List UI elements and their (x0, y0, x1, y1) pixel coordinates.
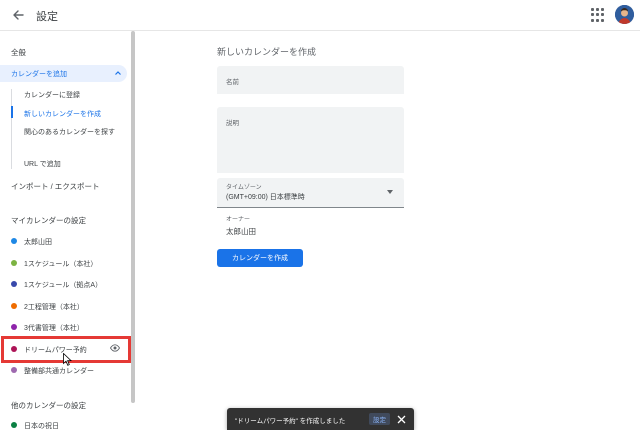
arrow-left-icon[interactable] (9, 6, 27, 24)
user-avatar[interactable] (615, 5, 634, 24)
submenu-guide-line (11, 89, 12, 169)
calendar-color-dot (11, 303, 17, 309)
timezone-label: タイムゾーン (226, 185, 262, 191)
mouse-cursor-icon (63, 353, 72, 366)
calendar-label: 2工程管理（本社） (24, 304, 84, 311)
calendar-label: 3代書管理（本社） (24, 325, 84, 332)
calendar-color-dot (11, 324, 17, 330)
calendar-description-field[interactable]: 説明 (217, 107, 404, 173)
page-title: 設定 (36, 11, 58, 23)
top-bar: 設定 (0, 0, 640, 31)
calendar-label: 1スケジュール（拠点A） (24, 282, 103, 289)
description-field-label: 説明 (226, 120, 239, 127)
timezone-select[interactable]: タイムゾーン (GMT+09:00) 日本標準時 (217, 178, 404, 208)
settings-sidebar: 全般 カレンダーを追加 カレンダーに登録 新しいカレンダーを作成 関心のあるカレ… (0, 31, 136, 430)
calendar-color-dot (11, 367, 17, 373)
create-calendar-form: 新しいカレンダーを作成 名前 説明 タイムゾーン (GMT+09:00) 日本標… (136, 31, 640, 430)
sidebar-item-label: カレンダーを追加 (11, 71, 67, 78)
close-icon[interactable] (397, 415, 406, 424)
sidebar-item-general[interactable]: 全般 (11, 47, 26, 58)
calendar-label: 1スケジュール（本社） (24, 261, 98, 268)
sidebar-item-create-new[interactable]: 新しいカレンダーを作成 (24, 109, 101, 119)
sidebar-item-from-url[interactable]: URL で追加 (24, 159, 61, 169)
create-calendar-button[interactable]: カレンダーを作成 (217, 249, 303, 267)
sidebar-calendar-item[interactable]: 1スケジュール（拠点A） (0, 277, 130, 291)
calendar-label: 日本の祝日 (24, 423, 59, 430)
sidebar-calendar-item[interactable]: 太郎山田 (0, 234, 130, 248)
owner-value: 太郎山田 (226, 227, 256, 236)
selected-indicator (11, 106, 13, 118)
timezone-value: (GMT+09:00) 日本標準時 (226, 194, 305, 201)
sidebar-calendar-item[interactable]: 日本の祝日 (0, 418, 130, 430)
form-title: 新しいカレンダーを作成 (217, 47, 317, 57)
snackbar-notification: "ドリームパワー予約" を作成しました 設定 (227, 408, 414, 430)
apps-grid-icon[interactable] (591, 8, 605, 22)
sidebar-calendar-item[interactable]: 2工程管理（本社） (0, 299, 130, 313)
calendar-color-dot (11, 281, 17, 287)
calendar-color-dot (11, 260, 17, 266)
sidebar-calendar-item[interactable]: 3代書管理（本社） (0, 320, 130, 334)
sidebar-item-import-export[interactable]: インポート / エクスポート (11, 181, 100, 192)
calendar-color-dot (11, 238, 17, 244)
calendar-label: 太郎山田 (24, 239, 52, 246)
sidebar-heading-my-calendars: マイカレンダーの設定 (11, 216, 86, 225)
calendar-name-field[interactable]: 名前 (217, 66, 404, 94)
sidebar-item-subscribe[interactable]: カレンダーに登録 (24, 90, 80, 100)
sidebar-heading-other-calendars: 他のカレンダーの設定 (11, 401, 86, 410)
sidebar-scrollbar[interactable] (131, 31, 135, 403)
calendar-label: 整備部共通カレンダー (24, 368, 94, 375)
name-field-label: 名前 (226, 79, 239, 86)
owner-label: オーナー (226, 217, 251, 223)
sidebar-calendar-item[interactable]: 1スケジュール（本社） (0, 256, 130, 270)
snackbar-settings-button[interactable]: 設定 (369, 413, 390, 425)
snackbar-message: "ドリームパワー予約" を作成しました (235, 418, 346, 425)
eye-icon[interactable] (110, 344, 120, 352)
chevron-up-icon (115, 71, 121, 75)
sidebar-item-browse-interesting[interactable]: 関心のあるカレンダーを探す (24, 128, 124, 138)
sidebar-item-add-calendar[interactable]: カレンダーを追加 (0, 65, 127, 82)
calendar-color-dot (11, 422, 17, 428)
dropdown-caret-icon (387, 190, 393, 194)
